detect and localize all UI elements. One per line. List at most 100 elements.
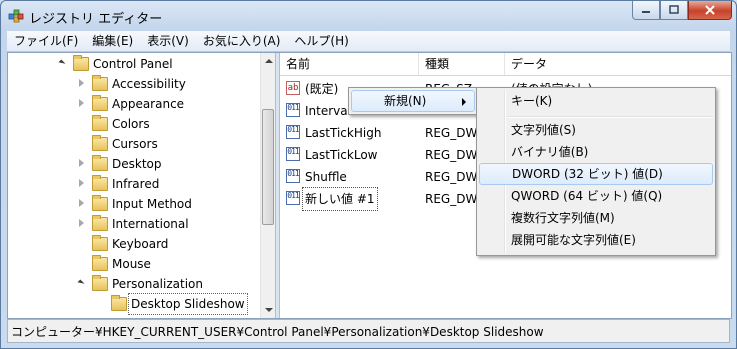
menu-bar: ファイル(F) 編集(E) 表示(V) お気に入り(A) ヘルプ(H) (7, 31, 730, 52)
expand-icon[interactable] (79, 79, 84, 87)
menu-item-string-value[interactable]: 文字列値(S) (479, 119, 713, 141)
tree-item-cursors[interactable]: Cursors (8, 134, 258, 154)
tree-item-control-panel[interactable]: Control Panel (8, 54, 258, 74)
tree-item-label: Control Panel (93, 57, 173, 71)
folder-icon (92, 175, 108, 191)
tree-item-international[interactable]: International (8, 214, 258, 234)
submenu-arrow-icon (462, 98, 466, 106)
scroll-down-icon[interactable] (265, 308, 273, 312)
tree-item-label: Keyboard (112, 237, 169, 251)
folder-icon (92, 255, 108, 271)
collapse-icon[interactable] (58, 59, 66, 67)
folder-open-icon (92, 275, 108, 291)
tree-item-desktop[interactable]: Desktop (8, 154, 258, 174)
folder-icon (92, 115, 108, 131)
value-name-edit-field[interactable]: 新しい値 #1 (302, 187, 378, 211)
menu-item-key[interactable]: キー(K) (479, 90, 713, 112)
scroll-thumb[interactable] (262, 109, 274, 225)
value-type: REG_DW (425, 192, 478, 206)
column-header-data[interactable]: データ (505, 53, 731, 75)
close-button[interactable] (688, 1, 732, 20)
binary-value-icon: 011 (286, 103, 300, 117)
tree-item-infrared[interactable]: Infrared (8, 174, 258, 194)
menu-item-new[interactable]: 新規(N) (351, 90, 475, 112)
menu-item-qword-value[interactable]: QWORD (64 ビット) 値(Q) (479, 185, 713, 207)
menu-edit[interactable]: 編集(E) (85, 31, 140, 51)
tree-item-accessibility[interactable]: Accessibility (8, 74, 258, 94)
expand-icon[interactable] (79, 219, 84, 227)
tree-item-label: Infrared (112, 177, 160, 191)
tree-item-label: Mouse (112, 257, 151, 271)
menu-separator (507, 116, 713, 118)
tree-item-label: Cursors (112, 137, 158, 151)
window-title: レジストリ エディター (29, 12, 163, 27)
regedit-icon (8, 9, 24, 23)
value-type: REG_DW (425, 126, 478, 140)
binary-value-icon: 011 (286, 169, 300, 183)
menu-help[interactable]: ヘルプ(H) (287, 31, 355, 51)
tree-item-colors[interactable]: Colors (8, 114, 258, 134)
minimize-icon (642, 11, 650, 13)
menu-file[interactable]: ファイル(F) (7, 31, 85, 51)
folder-icon (92, 135, 108, 151)
binary-value-icon: 011 (286, 125, 300, 139)
tree-scrollbar[interactable] (260, 53, 275, 318)
new-submenu: キー(K) 文字列値(S) バイナリ値(B) DWORD (32 ビット) 値(… (476, 87, 716, 256)
title-bar[interactable]: レジストリ エディター (1, 1, 736, 31)
value-name: LastTickHigh (305, 126, 382, 140)
tree-item-label: Appearance (112, 97, 185, 111)
folder-icon (92, 215, 108, 231)
tree-item-label: International (112, 217, 189, 231)
tree-item-personalization[interactable]: Personalization (8, 274, 258, 294)
folder-icon (111, 295, 127, 311)
value-name: Interval (305, 104, 351, 118)
folder-icon (92, 235, 108, 251)
menu-item-binary-value[interactable]: バイナリ値(B) (479, 141, 713, 163)
status-path: コンピューター¥HKEY_CURRENT_USER¥Control Panel¥… (11, 325, 544, 339)
tree-item-desktop-slideshow[interactable]: Desktop Slideshow (8, 293, 258, 315)
binary-value-icon: 011 (286, 147, 300, 161)
menu-favorites[interactable]: お気に入り(A) (196, 31, 288, 51)
tree-item-label-selected: Desktop Slideshow (128, 293, 248, 315)
value-name: (既定) (305, 82, 339, 96)
maximize-button[interactable] (660, 1, 688, 20)
value-name: LastTickLow (305, 148, 378, 162)
tree-item-label: Desktop (112, 157, 162, 171)
tree-item-appearance[interactable]: Appearance (8, 94, 258, 114)
status-bar: コンピューター¥HKEY_CURRENT_USER¥Control Panel¥… (7, 319, 730, 343)
tree-item-label: Colors (112, 117, 150, 131)
tree-item-label: Input Method (112, 197, 192, 211)
context-menu: 新規(N) (348, 87, 478, 115)
tree-item-input-method[interactable]: Input Method (8, 194, 258, 214)
collapse-icon[interactable] (77, 279, 85, 287)
value-name: Shuffle (305, 170, 347, 184)
menu-item-label: 新規(N) (384, 94, 427, 108)
expand-icon[interactable] (79, 159, 84, 167)
expand-icon[interactable] (79, 99, 84, 107)
tree-item-label: Personalization (112, 277, 203, 291)
folder-icon (92, 195, 108, 211)
folder-icon (92, 75, 108, 91)
expand-icon[interactable] (79, 179, 84, 187)
caption-buttons (632, 1, 732, 21)
close-icon (705, 5, 715, 15)
list-header: 名前 種類 データ (280, 53, 731, 76)
tree-item-keyboard[interactable]: Keyboard (8, 234, 258, 254)
column-header-type[interactable]: 種類 (419, 53, 505, 75)
tree-item-mouse[interactable]: Mouse (8, 254, 258, 274)
tree-item-label: Accessibility (112, 77, 186, 91)
menu-item-dword-value[interactable]: DWORD (32 ビット) 値(D) (479, 163, 713, 185)
menu-view[interactable]: 表示(V) (140, 31, 196, 51)
menu-item-expandable-string-value[interactable]: 展開可能な文字列値(E) (479, 229, 713, 251)
maximize-icon (669, 5, 679, 14)
value-type: REG_DW (425, 148, 478, 162)
expand-icon[interactable] (79, 199, 84, 207)
folder-icon (92, 155, 108, 171)
key-tree: Control Panel Accessibility Appearance C… (8, 53, 275, 318)
menu-item-multi-string-value[interactable]: 複数行文字列値(M) (479, 207, 713, 229)
value-type: REG_DW (425, 170, 478, 184)
column-header-name[interactable]: 名前 (280, 53, 419, 75)
minimize-button[interactable] (632, 1, 660, 20)
scroll-up-icon[interactable] (265, 59, 273, 63)
binary-value-icon: 011 (286, 191, 300, 205)
